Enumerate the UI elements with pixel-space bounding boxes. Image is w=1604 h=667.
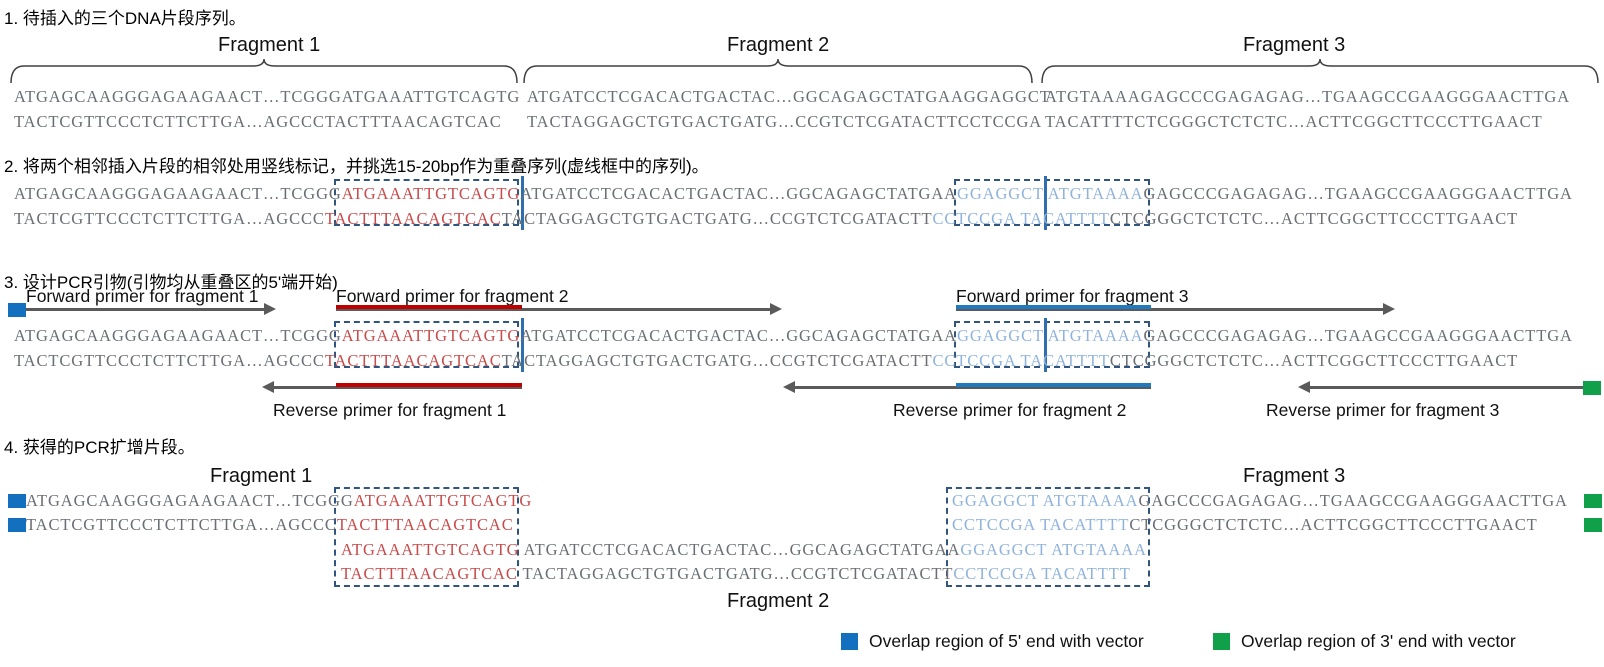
vector-5prime-marker-row2 bbox=[8, 518, 26, 532]
step1-frag1-top: ATGAGCAAGGGAGAAGAACT…TCGGGATGAAATTGTCAGT… bbox=[14, 87, 521, 106]
figure-root: { "figure": { "title_note": "DNA fragmen… bbox=[0, 0, 1604, 667]
forward-primer-1-arrow-head bbox=[264, 303, 276, 315]
step2-bottom-strand: TACTCGTTCCCTCTTCTTGA…AGCCCTACTTTAACAGTCA… bbox=[14, 209, 1519, 228]
forward-primer-3-arrow-head bbox=[1383, 303, 1395, 315]
forward-primer-2-overlap-bar bbox=[336, 305, 522, 309]
fragment-2-label-step4: Fragment 2 bbox=[727, 590, 830, 612]
reverse-primer-1-label: Reverse primer for fragment 1 bbox=[273, 400, 507, 420]
brace-fragment-2 bbox=[523, 58, 1033, 84]
step1-frag2-top: ATGATCCTCGACACTGACTAC…GGCAGAGCTATGAAGGAG… bbox=[527, 87, 1051, 106]
brace-fragment-3 bbox=[1041, 58, 1599, 84]
fragment-3-label-step4: Fragment 3 bbox=[1243, 465, 1346, 487]
fragment-1-label-step1: Fragment 1 bbox=[218, 34, 321, 56]
forward-primer-3-overlap-bar bbox=[956, 305, 1151, 309]
forward-primer-2-arrow-head bbox=[770, 303, 782, 315]
step3-bottom-strand: TACTCGTTCCCTCTTCTTGA…AGCCCTACTTTAACAGTCA… bbox=[14, 351, 1519, 370]
vector-5prime-marker-row1 bbox=[8, 494, 26, 508]
step1-frag3-bottom: TACATTTTCTCGGGCTCTCTC…ACTTCGGCTTCCCTTGAA… bbox=[1045, 112, 1543, 131]
step4-frag2-top: ATGAAATTGTCAGTG ATGATCCTCGACACTGACTAC…GG… bbox=[341, 540, 1147, 559]
step1-frag1-bottom: TACTCGTTCCCTCTTCTTGA…AGCCCTACTTTAACAGTCA… bbox=[14, 112, 502, 131]
step4-frag1-top: ATGAGCAAGGGAGAAGAACT…TCGGGATGAAATTGTCAGT… bbox=[26, 491, 533, 510]
vector-3prime-marker-row1 bbox=[1584, 494, 1602, 508]
legend-swatch-5prime bbox=[841, 633, 858, 650]
step1-frag3-top: ATGTAAAAGAGCCCGAGAGAG…TGAAGCCGAAGGGAACTT… bbox=[1045, 87, 1571, 106]
reverse-primer-2-label: Reverse primer for fragment 2 bbox=[893, 400, 1127, 420]
step1-frag2-bottom: TACTAGGAGCTGTGACTGATG…CCGTCTCGATACTTCCTC… bbox=[527, 112, 1043, 131]
vector-3prime-marker-row2 bbox=[1584, 518, 1602, 532]
reverse-primer-1-overlap-bar bbox=[336, 383, 522, 387]
reverse-primer-1-arrow-head bbox=[262, 381, 274, 393]
forward-primer-3-label: Forward primer for fragment 3 bbox=[956, 286, 1189, 306]
reverse-primer-3-label: Reverse primer for fragment 3 bbox=[1266, 400, 1500, 420]
reverse-primer-3-arrow-line bbox=[1310, 386, 1588, 389]
vector-5prime-marker-fwd1 bbox=[8, 303, 26, 317]
fragment-1-label-step4: Fragment 1 bbox=[210, 465, 313, 487]
reverse-primer-2-arrow-head bbox=[783, 381, 795, 393]
reverse-primer-2-overlap-bar bbox=[956, 383, 1151, 387]
step-2-title: 2. 将两个相邻插入片段的相邻处用竖线标记，并挑选15-20bp作为重叠序列(虚… bbox=[4, 157, 709, 176]
fragment-2-label-step1: Fragment 2 bbox=[727, 34, 830, 56]
step4-frag2-bottom: TACTTTAACAGTCAC TACTAGGAGCTGTGACTGATG…CC… bbox=[341, 564, 1131, 583]
fragment-3-label-step1: Fragment 3 bbox=[1243, 34, 1346, 56]
step4-frag1-bottom: TACTCGTTCCCTCTTCTTGA…AGCCCTACTTTAACAGTCA… bbox=[26, 515, 514, 534]
forward-primer-1-label: Forward primer for fragment 1 bbox=[26, 286, 259, 306]
step3-top-strand: ATGAGCAAGGGAGAAGAACT…TCGGGATGAAATTGTCAGT… bbox=[14, 326, 1573, 345]
brace-fragment-1 bbox=[10, 58, 518, 84]
vector-3prime-marker-rev3 bbox=[1583, 381, 1601, 395]
legend-swatch-3prime bbox=[1213, 633, 1230, 650]
step-4-title: 4. 获得的PCR扩增片段。 bbox=[4, 438, 195, 457]
step4-frag3-top: GGAGGCT ATGTAAAAGAGCCCGAGAGAG…TGAAGCCGAA… bbox=[952, 491, 1568, 510]
step2-top-strand: ATGAGCAAGGGAGAAGAACT…TCGGGATGAAATTGTCAGT… bbox=[14, 184, 1573, 203]
step4-frag3-bottom: CCTCCGA TACATTTTCTCGGGCTCTCTC…ACTTCGGCTT… bbox=[952, 515, 1538, 534]
reverse-primer-3-arrow-head bbox=[1298, 381, 1310, 393]
forward-primer-1-arrow-line bbox=[26, 308, 266, 311]
step-1-title: 1. 待插入的三个DNA片段序列。 bbox=[4, 9, 246, 28]
legend-label-5prime: Overlap region of 5' end with vector bbox=[869, 631, 1144, 651]
forward-primer-2-label: Forward primer for fragment 2 bbox=[336, 286, 569, 306]
legend-label-3prime: Overlap region of 3' end with vector bbox=[1241, 631, 1516, 651]
